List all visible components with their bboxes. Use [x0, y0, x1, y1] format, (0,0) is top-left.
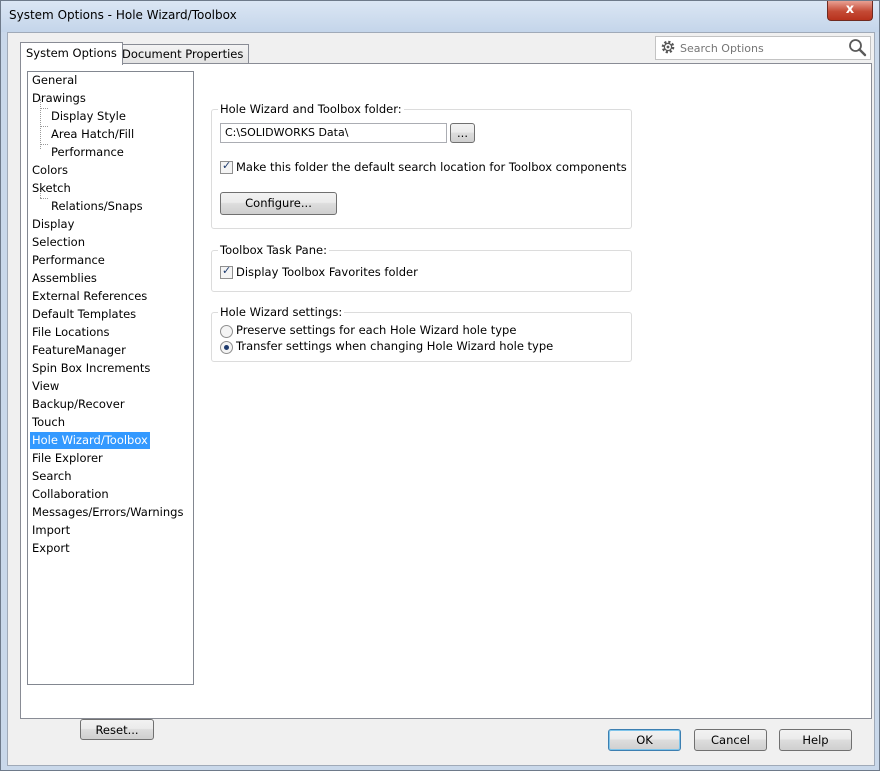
tree-item-hole-wizard-toolbox[interactable]: Hole Wizard/Toolbox	[30, 432, 150, 449]
tree-item-selection[interactable]: Selection	[30, 234, 87, 251]
tree-item-colors[interactable]: Colors	[30, 162, 70, 179]
hole-wizard-settings-title: Hole Wizard settings:	[218, 305, 345, 319]
tree-item-search[interactable]: Search	[30, 468, 74, 485]
tree-item-spin-box-increments[interactable]: Spin Box Increments	[30, 360, 152, 377]
preserve-settings-label[interactable]: Preserve settings for each Hole Wizard h…	[236, 323, 516, 337]
tree-item-file-explorer[interactable]: File Explorer	[30, 450, 105, 467]
favorites-folder-label[interactable]: Display Toolbox Favorites folder	[236, 265, 418, 279]
title-bar[interactable]: System Options - Hole Wizard/Toolbox x	[1, 1, 879, 32]
radio-selected-dot	[224, 345, 229, 350]
tree-item-drawings-performance[interactable]: Performance	[49, 144, 126, 161]
tree-item-sketch[interactable]: Sketch	[30, 180, 73, 197]
checkmark-icon: ✓	[222, 264, 232, 277]
help-button[interactable]: Help	[779, 729, 852, 751]
tree-connector	[40, 198, 48, 199]
tree-item-import[interactable]: Import	[30, 522, 72, 539]
hole-wizard-settings-group: Hole Wizard settings: Preserve settings …	[211, 305, 632, 362]
tree-item-messages-errors-warnings[interactable]: Messages/Errors/Warnings	[30, 504, 185, 521]
tree-item-collaboration[interactable]: Collaboration	[30, 486, 111, 503]
tree-connector	[40, 108, 48, 109]
tree-item-relations-snaps[interactable]: Relations/Snaps	[49, 198, 145, 215]
tree-item-performance[interactable]: Performance	[30, 252, 107, 269]
tree-item-touch[interactable]: Touch	[30, 414, 67, 431]
tab-content-panel: General Drawings Display Style Area Hatc…	[20, 63, 872, 740]
tree-item-external-references[interactable]: External References	[30, 288, 149, 305]
tree-item-file-locations[interactable]: File Locations	[30, 324, 112, 341]
window-title: System Options - Hole Wizard/Toolbox	[9, 8, 237, 22]
tree-connector	[40, 144, 48, 145]
favorites-folder-checkbox[interactable]: ✓	[220, 264, 233, 279]
tree-connector	[40, 126, 48, 127]
browse-folder-button[interactable]: ...	[450, 123, 475, 143]
tree-item-view[interactable]: View	[30, 378, 61, 395]
tree-item-display-style[interactable]: Display Style	[49, 108, 128, 125]
reset-button[interactable]: Reset...	[80, 719, 154, 740]
tree-item-featuremanager[interactable]: FeatureManager	[30, 342, 128, 359]
close-button[interactable]: x	[827, 1, 873, 21]
tree-item-drawings[interactable]: Drawings	[30, 90, 88, 107]
checkmark-icon: ✓	[222, 159, 232, 172]
tree-item-default-templates[interactable]: Default Templates	[30, 306, 138, 323]
options-tree[interactable]: General Drawings Display Style Area Hatc…	[27, 71, 194, 685]
transfer-settings-label[interactable]: Transfer settings when changing Hole Wiz…	[236, 339, 553, 353]
configure-button[interactable]: Configure...	[220, 192, 337, 215]
transfer-settings-radio[interactable]	[220, 341, 233, 354]
tree-item-export[interactable]: Export	[30, 540, 72, 557]
tree-item-area-hatch-fill[interactable]: Area Hatch/Fill	[49, 126, 136, 143]
toolbox-task-pane-group: Toolbox Task Pane: ✓ Display Toolbox Fav…	[211, 243, 632, 292]
dialog-client-area: System Options Document Properties Searc…	[7, 32, 875, 766]
gear-icon[interactable]	[660, 39, 676, 55]
tree-item-backup-recover[interactable]: Backup/Recover	[30, 396, 127, 413]
system-options-window: System Options - Hole Wizard/Toolbox x S…	[0, 0, 880, 771]
default-search-checkbox[interactable]: ✓	[220, 159, 233, 174]
tree-item-display[interactable]: Display	[30, 216, 76, 233]
preserve-settings-radio[interactable]	[220, 325, 233, 338]
cancel-button[interactable]: Cancel	[694, 729, 767, 751]
toolbox-task-pane-title: Toolbox Task Pane:	[218, 243, 329, 257]
default-search-label[interactable]: Make this folder the default search loca…	[236, 160, 627, 174]
tree-item-general[interactable]: General	[30, 72, 79, 89]
toolbox-folder-path-field[interactable]: C:\SOLIDWORKS Data\	[220, 123, 447, 143]
folder-group-title: Hole Wizard and Toolbox folder:	[218, 102, 404, 116]
search-options-box[interactable]	[655, 36, 871, 60]
search-input[interactable]	[678, 39, 842, 57]
tree-item-assemblies[interactable]: Assemblies	[30, 270, 99, 287]
ok-button[interactable]: OK	[608, 729, 681, 751]
folder-group: Hole Wizard and Toolbox folder: C:\SOLID…	[211, 102, 632, 229]
magnifier-icon[interactable]	[848, 38, 867, 57]
tab-document-properties[interactable]: Document Properties	[116, 44, 250, 63]
tab-system-options[interactable]: System Options	[20, 42, 123, 65]
